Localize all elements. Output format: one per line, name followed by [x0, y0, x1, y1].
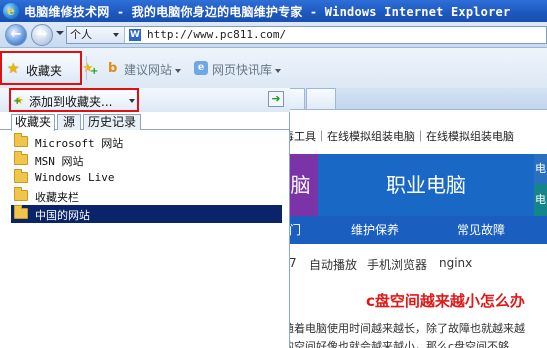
category-link[interactable]: 常见故障 — [457, 216, 505, 244]
favorites-panel-tabs: 收藏夹 源 历史记录 — [0, 112, 290, 131]
chevron-down-icon — [129, 99, 135, 103]
chevron-down-icon — [175, 68, 182, 73]
window-title: 电脑维修技术网 - 我的电脑你身边的电脑维护专家 - Windows Inter… — [24, 5, 511, 19]
folder-icon — [14, 205, 28, 219]
folder-icon — [14, 151, 28, 165]
tab-favorites[interactable]: 收藏夹 — [11, 114, 55, 131]
tab-history[interactable]: 历史记录 — [83, 114, 141, 130]
ie-logo-icon: e — [3, 3, 19, 19]
favorites-toolbar: ★ 收藏夹 ★ + b 建议网站 e 网页快讯库 — [0, 48, 547, 88]
add-to-favorites-button[interactable]: ★ + 添加到收藏夹... — [9, 88, 139, 112]
folder-name: 收藏夹栏 — [35, 191, 79, 204]
forward-button[interactable]: → — [31, 24, 53, 46]
article-excerpt: 随着电脑使用时间越来越长，除了故障也就越来越 的空间好像也就会越来越小，那么c盘… — [283, 320, 547, 348]
add-to-favorites-bar-button[interactable]: ★ + — [82, 61, 98, 77]
web-slice-icon: e — [194, 61, 208, 75]
address-bar-row: ← → 个人 W http://www.pc811.com/ — [0, 22, 547, 48]
category-link[interactable]: 维护保养 — [351, 216, 399, 244]
folder-name: Microsoft 网站 — [35, 137, 124, 150]
tab-feeds[interactable]: 源 — [57, 114, 81, 130]
favorites-folder[interactable]: Windows Live — [11, 169, 282, 187]
suggested-sites-label: 建议网站 — [124, 63, 173, 77]
chevron-down-icon — [113, 33, 119, 37]
folder-name: Windows Live — [35, 171, 115, 184]
top-links[interactable]: 毒工具｜在线模拟组装电脑｜在线模拟组装电脑 — [283, 128, 547, 144]
bing-icon: b — [108, 61, 118, 76]
folder-icon — [14, 169, 28, 183]
tag-link[interactable]: 手机浏览器 — [367, 256, 427, 273]
add-favorite-star-icon: ★ + — [13, 94, 24, 107]
pin-favorites-center-button[interactable]: ➜ — [268, 91, 284, 107]
excerpt-line: 随着电脑使用时间越来越长，除了故障也就越来越 — [283, 322, 525, 335]
star-icon: ★ — [7, 61, 20, 77]
history-dropdown-icon[interactable] — [56, 31, 64, 35]
tag-link[interactable]: nginx — [439, 256, 472, 270]
favorites-center-panel: ★ + 添加到收藏夹... ➜ 收藏夹 源 历史记录 Microsoft 网站 M… — [0, 88, 290, 348]
url-field[interactable]: http://www.pc811.com/ — [147, 28, 286, 41]
banner-main[interactable]: 职业电脑 — [318, 154, 534, 216]
site-favicon: W — [129, 29, 141, 41]
banner-right-bottom: 电 — [534, 184, 547, 216]
category-link[interactable]: 门 — [289, 216, 301, 244]
web-slice-gallery-label: 网页快讯库 — [212, 63, 273, 77]
folder-icon — [14, 133, 28, 147]
folder-name: MSN 网站 — [35, 155, 84, 168]
favorites-button-label: 收藏夹 — [26, 64, 63, 78]
article-headline[interactable]: c盘空间越来越小怎么办 — [366, 290, 525, 311]
new-tab-button[interactable] — [306, 88, 336, 110]
banner-right-top: 电 — [534, 154, 547, 184]
web-page-content: 毒工具｜在线模拟组装电脑｜在线模拟组装电脑 脑 职业电脑 电 电 门 维护保养 … — [283, 110, 547, 348]
title-bar: e 电脑维修技术网 - 我的电脑你身边的电脑维护专家 - Windows Int… — [0, 0, 547, 22]
favorites-folder[interactable]: 收藏夹栏 — [11, 187, 282, 205]
favorites-folder[interactable]: MSN 网站 — [11, 151, 282, 169]
mode-selector[interactable]: 个人 — [67, 27, 125, 43]
tag-link[interactable]: 自动播放 — [309, 256, 357, 273]
favorites-button[interactable]: ★ 收藏夹 — [0, 51, 82, 85]
favorites-panel-header: ★ + 添加到收藏夹... ➜ — [0, 88, 290, 112]
mode-label: 个人 — [70, 28, 92, 41]
suggested-sites-button[interactable]: 建议网站 — [124, 61, 182, 78]
folder-name: 中国的网站 — [35, 209, 90, 222]
folder-icon — [14, 187, 28, 201]
excerpt-line: 的空间好像也就会越来越小，那么c盘空间不够 — [283, 340, 510, 348]
web-slice-gallery-button[interactable]: 网页快讯库 — [212, 61, 282, 78]
address-bar[interactable]: 个人 W http://www.pc811.com/ — [66, 26, 547, 44]
favorites-folder-selected[interactable]: 中国的网站 — [11, 205, 282, 223]
favorites-folder-list: Microsoft 网站 MSN 网站 Windows Live 收藏夹栏 中国… — [11, 133, 282, 223]
back-button[interactable]: ← — [5, 24, 27, 46]
add-to-favorites-label: 添加到收藏夹... — [29, 95, 113, 109]
tag-link[interactable]: 7 — [289, 256, 297, 270]
chevron-down-icon — [275, 68, 282, 73]
category-nav: 门 维护保养 常见故障 — [283, 216, 547, 244]
toolbar-separator — [86, 56, 87, 80]
favorites-folder[interactable]: Microsoft 网站 — [11, 133, 282, 151]
